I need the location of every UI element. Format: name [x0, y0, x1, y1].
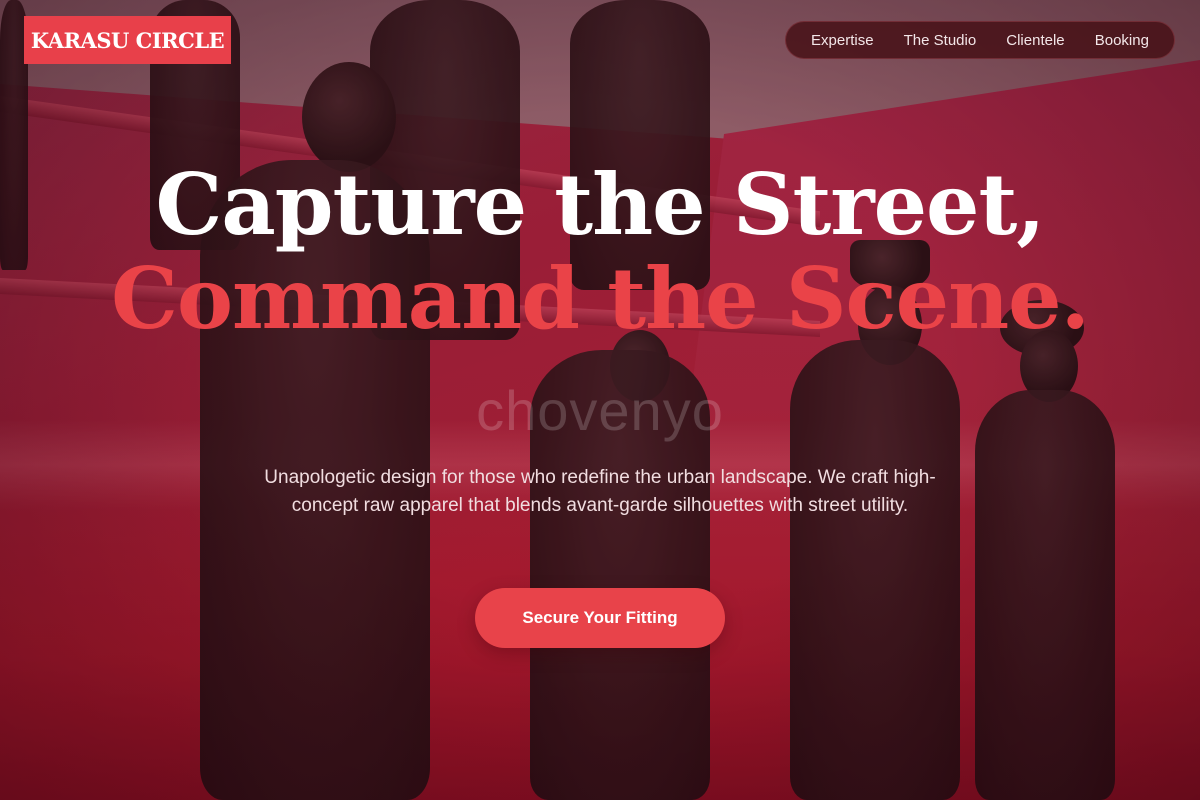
- nav-item-clientele[interactable]: Clientele: [1000, 28, 1070, 53]
- nav-item-booking[interactable]: Booking: [1089, 28, 1155, 53]
- main-nav: Expertise The Studio Clientele Booking: [785, 21, 1175, 59]
- hero-subtext: Unapologetic design for those who redefi…: [264, 467, 936, 516]
- headline-line-2: Command the Scene.: [111, 249, 1090, 348]
- hero-headline: Capture the Street, Command the Scene.: [0, 158, 1200, 346]
- ghost-watermark-text: chovenyo: [476, 379, 724, 442]
- nav-item-the-studio[interactable]: The Studio: [898, 28, 983, 53]
- headline-line-1: Capture the Street,: [155, 155, 1045, 254]
- secure-fitting-button[interactable]: Secure Your Fitting: [475, 588, 725, 648]
- brand-logo[interactable]: KARASU CIRCLE: [24, 16, 231, 64]
- nav-item-expertise[interactable]: Expertise: [805, 28, 880, 53]
